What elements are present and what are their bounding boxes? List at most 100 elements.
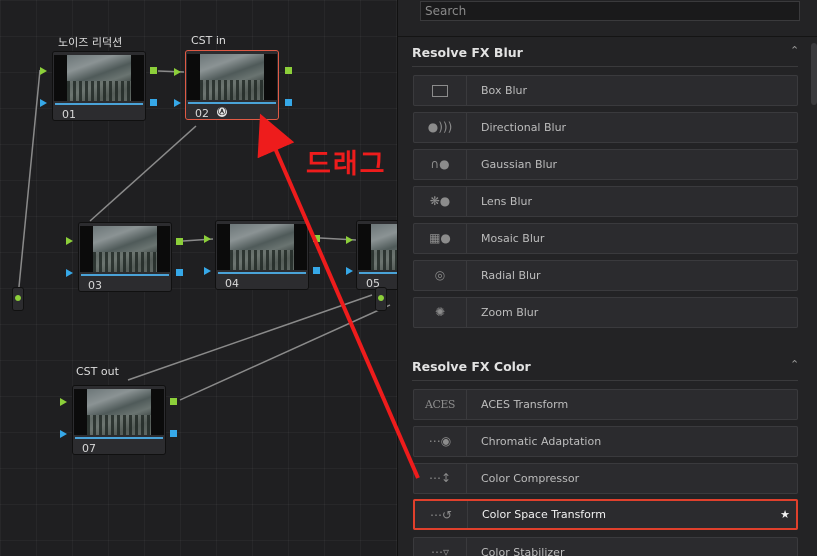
fx-item-label: Color Space Transform [482, 508, 606, 521]
node-05[interactable]: 05 [356, 220, 397, 290]
node-label: 노이즈 리덕션 [58, 36, 123, 49]
node-output-rgb[interactable] [176, 238, 183, 245]
scrollbar[interactable] [811, 43, 817, 105]
fx-item-label: Gaussian Blur [481, 158, 558, 171]
node-input-rgb[interactable] [60, 398, 67, 406]
fx-item-lens-blur[interactable]: ❋● Lens Blur [413, 186, 798, 217]
node-input-rgb[interactable] [66, 237, 73, 245]
color-compressor-icon: ⋯↕ [414, 464, 467, 493]
favorite-star-icon[interactable]: ★ [780, 501, 790, 528]
source-input-node[interactable] [12, 287, 24, 311]
node-label: CST out [76, 365, 119, 378]
node-output-key[interactable] [176, 269, 183, 276]
fx-item-label: Chromatic Adaptation [481, 435, 602, 448]
node-input-key[interactable] [40, 99, 47, 107]
gaussian-blur-icon: ∩● [414, 150, 467, 179]
node-input-key[interactable] [60, 430, 67, 438]
divider [412, 66, 798, 67]
node-label: CST in [191, 34, 226, 47]
node-output-key[interactable] [170, 430, 177, 437]
node-thumbnail [74, 389, 164, 435]
fx-item-label: Radial Blur [481, 269, 541, 282]
output-port-icon [378, 295, 384, 301]
node-number: 04 [225, 277, 239, 290]
resolve-fx-badge-icon: Ⓐ [217, 107, 227, 117]
node-output-rgb[interactable] [313, 235, 320, 242]
fx-item-label: Lens Blur [481, 195, 532, 208]
fx-item-color-compressor[interactable]: ⋯↕ Color Compressor [413, 463, 798, 494]
node-bar [81, 274, 169, 276]
node-output-rgb[interactable] [150, 67, 157, 74]
node-input-key[interactable] [204, 267, 211, 275]
node-02[interactable]: 02 Ⓐ [185, 50, 279, 120]
radial-blur-icon: ◎ [414, 261, 467, 290]
node-01[interactable]: 01 [52, 51, 146, 121]
chromatic-adaptation-icon: ⋯◉ [414, 427, 467, 456]
open-fx-library-panel: Search Resolve FX Blur ⌃ Box Blur ●))) D… [397, 0, 817, 556]
aces-icon-text: ACES [425, 398, 455, 411]
collapse-chevron-icon[interactable]: ⌃ [790, 358, 799, 371]
node-thumbnail [358, 224, 397, 270]
node-output-rgb[interactable] [170, 398, 177, 405]
node-input-key[interactable] [346, 267, 353, 275]
fx-item-chromatic-adaptation[interactable]: ⋯◉ Chromatic Adaptation [413, 426, 798, 457]
fx-item-radial-blur[interactable]: ◎ Radial Blur [413, 260, 798, 291]
source-port-icon [15, 295, 21, 301]
node-number: 07 [82, 442, 96, 455]
color-stabilizer-icon: ⋯▿ [414, 538, 467, 556]
node-output-key[interactable] [313, 267, 320, 274]
node-input-rgb[interactable] [204, 235, 211, 243]
fx-item-label: Color Compressor [481, 472, 580, 485]
node-number: 02 [195, 107, 209, 120]
node-input-key[interactable] [174, 99, 181, 107]
divider [398, 36, 817, 37]
node-editor[interactable]: 노이즈 리덕션 CST in CST out 01 02 Ⓐ 03 04 05 [0, 0, 397, 556]
mosaic-blur-icon: ▦● [414, 224, 467, 253]
node-input-key[interactable] [66, 269, 73, 277]
fx-item-gaussian-blur[interactable]: ∩● Gaussian Blur [413, 149, 798, 180]
node-03[interactable]: 03 [78, 222, 172, 292]
fx-item-label: Box Blur [481, 84, 528, 97]
fx-item-label: ACES Transform [481, 398, 569, 411]
node-output-key[interactable] [285, 99, 292, 106]
node-bar [218, 272, 306, 274]
fx-item-aces-transform[interactable]: ACES ACES Transform [413, 389, 798, 420]
node-04[interactable]: 04 [215, 220, 309, 290]
category-title: Resolve FX Color [412, 359, 531, 374]
fx-item-color-stabilizer[interactable]: ⋯▿ Color Stabilizer [413, 537, 798, 556]
lens-blur-icon: ❋● [414, 187, 467, 216]
fx-item-mosaic-blur[interactable]: ▦● Mosaic Blur [413, 223, 798, 254]
node-bar [188, 102, 276, 104]
node-bar [75, 437, 163, 439]
node-number: 03 [88, 279, 102, 292]
directional-blur-icon: ●))) [414, 113, 467, 142]
fx-item-label: Mosaic Blur [481, 232, 545, 245]
fx-item-box-blur[interactable]: Box Blur [413, 75, 798, 106]
fx-item-label: Directional Blur [481, 121, 567, 134]
node-output-key[interactable] [150, 99, 157, 106]
search-input[interactable]: Search [420, 1, 800, 21]
node-07[interactable]: 07 [72, 385, 166, 455]
collapse-chevron-icon[interactable]: ⌃ [790, 44, 799, 57]
fx-item-directional-blur[interactable]: ●))) Directional Blur [413, 112, 798, 143]
node-thumbnail [54, 55, 144, 101]
node-thumbnail [187, 54, 277, 100]
category-title: Resolve FX Blur [412, 45, 523, 60]
node-input-rgb[interactable] [40, 67, 47, 75]
zoom-blur-icon: ✺ [414, 298, 467, 327]
color-space-transform-icon: ⋯↺ [415, 501, 468, 528]
node-input-rgb[interactable] [346, 236, 353, 244]
fx-item-zoom-blur[interactable]: ✺ Zoom Blur [413, 297, 798, 328]
box-blur-icon [414, 76, 467, 105]
fx-item-label: Color Stabilizer [481, 546, 565, 556]
node-input-rgb[interactable] [174, 68, 181, 76]
node-bar [359, 272, 397, 274]
node-output-rgb[interactable] [285, 67, 292, 74]
node-number: 01 [62, 108, 76, 121]
node-thumbnail [80, 226, 170, 272]
output-node[interactable] [375, 287, 387, 311]
fx-item-color-space-transform[interactable]: ⋯↺ Color Space Transform ★ [413, 499, 798, 530]
fx-item-label: Zoom Blur [481, 306, 539, 319]
divider [412, 380, 798, 381]
node-bar [55, 103, 143, 105]
